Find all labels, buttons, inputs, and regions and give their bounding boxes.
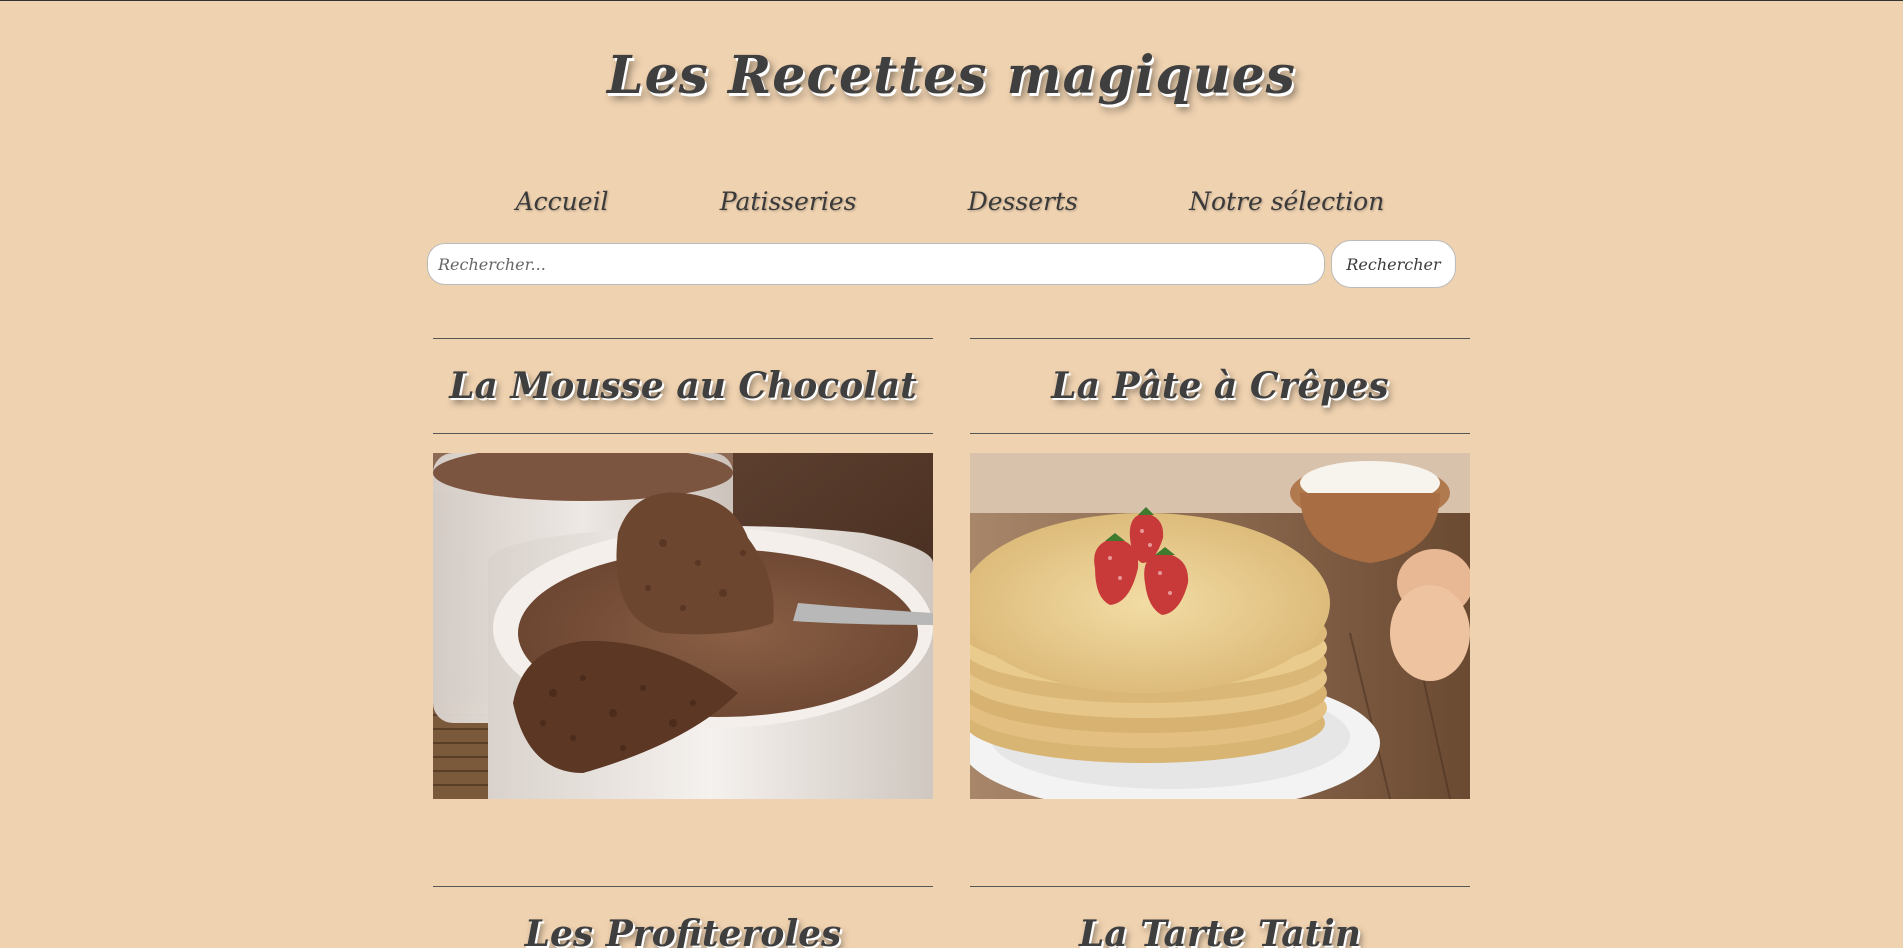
nav-item-patisseries[interactable]: Patisseries: [720, 187, 857, 216]
recipe-card-header: Les Profiteroles: [433, 886, 933, 948]
crepes-illustration: [970, 453, 1470, 799]
search-input[interactable]: [427, 243, 1325, 285]
recipe-card-header: La Pâte à Crêpes: [970, 338, 1470, 434]
main-nav: Accueil Patisseries Desserts Notre sélec…: [460, 187, 1440, 216]
recipe-card-profiteroles[interactable]: Les Profiteroles: [433, 886, 933, 948]
recipe-image-crepes[interactable]: [970, 453, 1470, 799]
recipe-card-mousse[interactable]: La Mousse au Chocolat: [433, 338, 933, 799]
recipe-title[interactable]: Les Profiteroles: [525, 913, 842, 948]
recipe-title[interactable]: La Tarte Tatin: [1079, 913, 1361, 948]
chocolate-mousse-illustration: [433, 453, 933, 799]
nav-item-accueil[interactable]: Accueil: [516, 187, 609, 216]
recipe-card-header: La Mousse au Chocolat: [433, 338, 933, 434]
recipe-card-header: La Tarte Tatin: [970, 886, 1470, 948]
search-button[interactable]: Rechercher: [1331, 240, 1456, 288]
recipe-title[interactable]: La Mousse au Chocolat: [449, 365, 917, 407]
search-bar: Rechercher: [427, 240, 1457, 288]
nav-item-desserts[interactable]: Desserts: [968, 187, 1078, 216]
nav-item-notre-selection[interactable]: Notre sélection: [1189, 187, 1384, 216]
recipe-card-tarte-tatin[interactable]: La Tarte Tatin: [970, 886, 1470, 948]
recipe-card-crepes[interactable]: La Pâte à Crêpes: [970, 338, 1470, 799]
site-title: Les Recettes magiques: [607, 45, 1296, 106]
recipe-title[interactable]: La Pâte à Crêpes: [1051, 365, 1388, 407]
recipe-image-chocolate-mousse[interactable]: [433, 453, 933, 799]
